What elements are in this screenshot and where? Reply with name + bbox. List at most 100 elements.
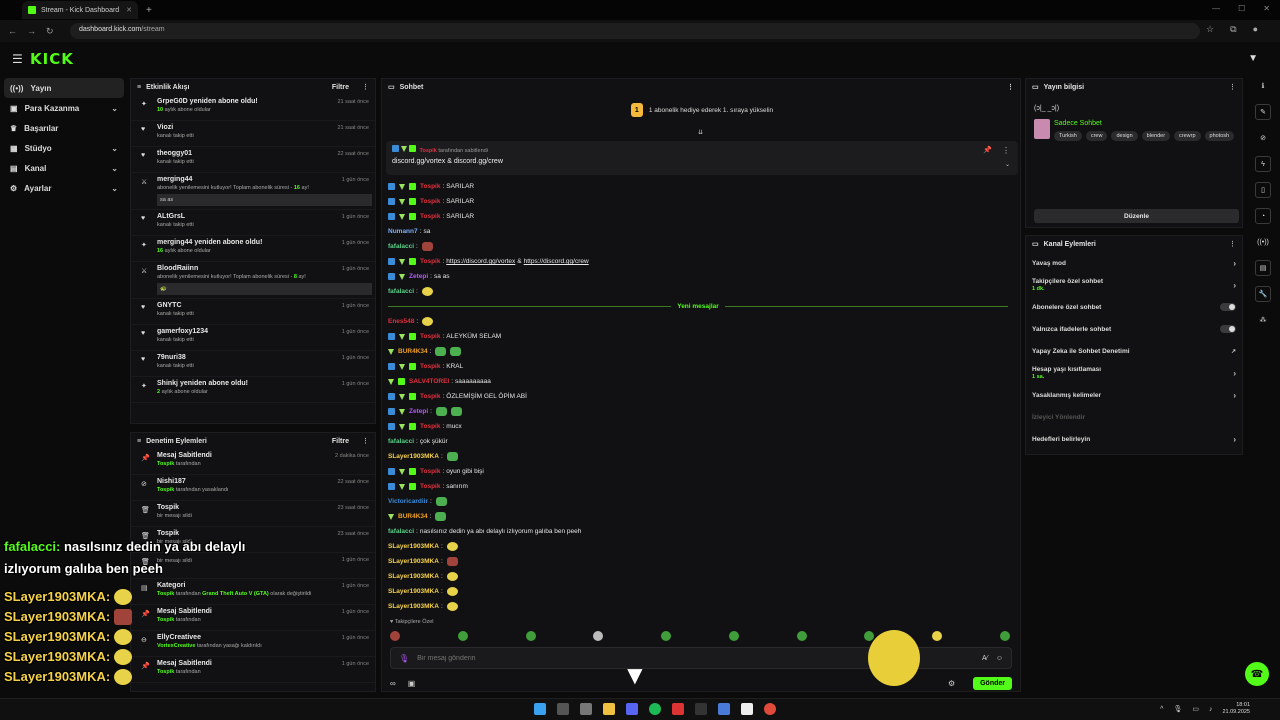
chat-message[interactable]: BUR4K34:: [388, 509, 1008, 524]
gift-icon[interactable]: ▣: [408, 679, 416, 688]
chat-username[interactable]: SLayer1903MKA: [388, 558, 439, 565]
emoji-icon[interactable]: ☺: [996, 655, 1003, 662]
stream-category[interactable]: Sadece Sohbet: [1054, 120, 1102, 127]
chat-message[interactable]: Tospik: mucx: [388, 419, 1008, 434]
points-icon[interactable]: ∞: [390, 679, 396, 688]
chat-message[interactable]: fafalacci:: [388, 284, 1008, 299]
emote-icon[interactable]: [796, 631, 807, 641]
app-icon[interactable]: [695, 703, 707, 715]
chat-message[interactable]: Zetepi: sa as: [388, 269, 1008, 284]
chat-message[interactable]: Tospik: sanırım: [388, 479, 1008, 494]
feed-item[interactable]: ⚔ merging44 abonelik yenilemesini kutluy…: [131, 173, 375, 210]
chat-username[interactable]: Tospik: [420, 333, 440, 340]
emote-icon[interactable]: [525, 631, 536, 641]
chat-message[interactable]: SLayer1903MKA:: [388, 539, 1008, 554]
chat-message[interactable]: fafalacci: çok şükür: [388, 434, 1008, 449]
minimize-icon[interactable]: —: [1212, 4, 1220, 13]
emote-icon[interactable]: [728, 631, 739, 641]
pencil-icon[interactable]: ✎: [1255, 104, 1271, 120]
pinned-by-user[interactable]: Tospik: [420, 148, 437, 154]
chat-message[interactable]: Victoricardiir:: [388, 494, 1008, 509]
send-button[interactable]: Gönder: [973, 676, 1012, 690]
chat-username[interactable]: fafalacci: [388, 438, 414, 445]
feed-item[interactable]: 📌 Mesaj Sabitlendi Tospik tarafından 2 d…: [131, 449, 375, 475]
emote-icon[interactable]: [932, 631, 943, 641]
chat-username[interactable]: SALV4TOREI: [409, 378, 449, 385]
edit-stream-info-button[interactable]: Düzenle: [1034, 209, 1239, 223]
chat-message[interactable]: SLayer1903MKA:: [388, 569, 1008, 584]
feed-item[interactable]: ✦ merging44 yeniden abone oldu! 16 aylık…: [131, 236, 375, 262]
feed-item[interactable]: ✦ GrpeG0D yeniden abone oldu! 10 aylık a…: [131, 95, 375, 121]
unpin-icon[interactable]: 📌: [983, 146, 992, 154]
sidebar-item-para-kazanma[interactable]: ▣ Para Kazanma ⌄: [4, 98, 124, 118]
feed-item[interactable]: ♥ 79nuri38 kanalı takip etti 1 gün önce: [131, 351, 375, 377]
channel-action-3[interactable]: Abonelere özel sohbet: [1026, 296, 1242, 318]
scroll-down-icon[interactable]: ⇊: [698, 129, 703, 136]
chat-username[interactable]: SLayer1903MKA: [388, 588, 439, 595]
chat-username[interactable]: fafalacci: [388, 528, 414, 535]
chat-username[interactable]: Enes548: [388, 318, 414, 325]
emote-icon[interactable]: [661, 631, 672, 641]
more-options-icon[interactable]: ⋮: [1229, 83, 1236, 91]
app-icon[interactable]: [580, 703, 592, 715]
chat-username[interactable]: Tospik: [420, 213, 440, 220]
chat-username[interactable]: Victoricardiir: [388, 498, 428, 505]
channel-action-7[interactable]: Yasaklanmış kelimeler ›: [1026, 384, 1242, 406]
chat-username[interactable]: Tospik: [420, 483, 440, 490]
app-icon[interactable]: [718, 703, 730, 715]
close-window-icon[interactable]: ✕: [1263, 4, 1270, 13]
channel-action-1[interactable]: Yavaş mod ›: [1026, 252, 1242, 274]
chat-username[interactable]: SLayer1903MKA: [388, 453, 439, 460]
chat-username[interactable]: Tospik: [420, 468, 440, 475]
chat-username[interactable]: Tospik: [420, 363, 440, 370]
sidebar-item-studyo[interactable]: ▦ Stüdyo ⌄: [4, 138, 124, 158]
chat-username[interactable]: Tospik: [420, 258, 440, 265]
activity-filter-button[interactable]: Filtre: [332, 84, 349, 91]
sidebar-item-yayin[interactable]: ((•)) Yayın: [4, 78, 124, 98]
feed-item[interactable]: ♥ theoggy01 kanalı takip etti 22 saat ön…: [131, 147, 375, 173]
system-clock[interactable]: 18:01 21.09.2025: [1222, 702, 1250, 716]
chat-username[interactable]: Numann7: [388, 228, 418, 235]
more-options-icon[interactable]: ⋮: [1002, 146, 1010, 155]
feed-item[interactable]: ♥ gamerfoxy1234 kanalı takip etti 1 gün …: [131, 325, 375, 351]
sidebar-item-ayarlar[interactable]: ⚙ Ayarlar ⌄: [4, 178, 124, 198]
back-icon[interactable]: ←: [8, 26, 17, 36]
extensions-icon[interactable]: ⧉: [1230, 24, 1236, 35]
chat-username[interactable]: Tospik: [420, 423, 440, 430]
feed-item[interactable]: ⊘ Nishi187 Tospik tarafından yasaklandı …: [131, 475, 375, 501]
kick-logo[interactable]: KICK: [30, 50, 74, 68]
chat-message[interactable]: Tospik: SARILAR: [388, 179, 1008, 194]
windows-start-icon[interactable]: [534, 703, 546, 715]
notion-icon[interactable]: [741, 703, 753, 715]
spotify-icon[interactable]: [649, 703, 661, 715]
sidebar-item-kanal[interactable]: ▤ Kanal ⌄: [4, 158, 124, 178]
chat-username[interactable]: Tospik: [420, 183, 440, 190]
chat-link[interactable]: https://discord.gg/crew: [524, 258, 589, 265]
toggle-switch[interactable]: [1220, 303, 1236, 311]
chat-message[interactable]: BUR4K34:: [388, 344, 1008, 359]
emote-icon[interactable]: [999, 631, 1010, 641]
volume-icon[interactable]: ♪: [1209, 706, 1213, 713]
channel-action-6[interactable]: Hesap yaşı kısıtlaması 1 sa. ›: [1026, 362, 1242, 384]
channel-action-4[interactable]: Yalnızca ifadelerle sohbet: [1026, 318, 1242, 340]
chat-username[interactable]: Tospik: [420, 393, 440, 400]
app-icon[interactable]: [672, 703, 684, 715]
microphone-icon[interactable]: 🎙: [399, 654, 409, 663]
chat-settings-icon[interactable]: ⚙: [948, 679, 955, 688]
info-icon[interactable]: ℹ: [1255, 78, 1271, 94]
chat-message[interactable]: Numann7: sa: [388, 224, 1008, 239]
chat-message[interactable]: Tospik: ÖZLEMİŞİM GEL ÖPİM ABİ: [388, 389, 1008, 404]
feed-item[interactable]: ♥ ALtGrsL kanalı takip etti 1 gün önce: [131, 210, 375, 236]
chat-message[interactable]: Tospik: SARILAR: [388, 194, 1008, 209]
chat-username[interactable]: SLayer1903MKA: [388, 603, 439, 610]
url-field[interactable]: dashboard.kick.com/stream: [70, 23, 1200, 39]
reload-icon[interactable]: ↻: [46, 26, 54, 37]
toggle-switch[interactable]: [1220, 325, 1236, 333]
chevron-down-icon[interactable]: ⌄: [1005, 161, 1010, 168]
browser-tab[interactable]: Stream - Kick Dashboard ✕: [22, 1, 138, 19]
ban-icon[interactable]: ⊘: [1255, 130, 1271, 146]
channel-action-2[interactable]: Takipçilere özel sohbet 1 dk. ›: [1026, 274, 1242, 296]
discord-icon[interactable]: [626, 703, 638, 715]
chat-username[interactable]: Tospik: [420, 198, 440, 205]
feed-item[interactable]: 🗑 Tospik bir mesajı sildi 23 saat önce: [131, 501, 375, 527]
